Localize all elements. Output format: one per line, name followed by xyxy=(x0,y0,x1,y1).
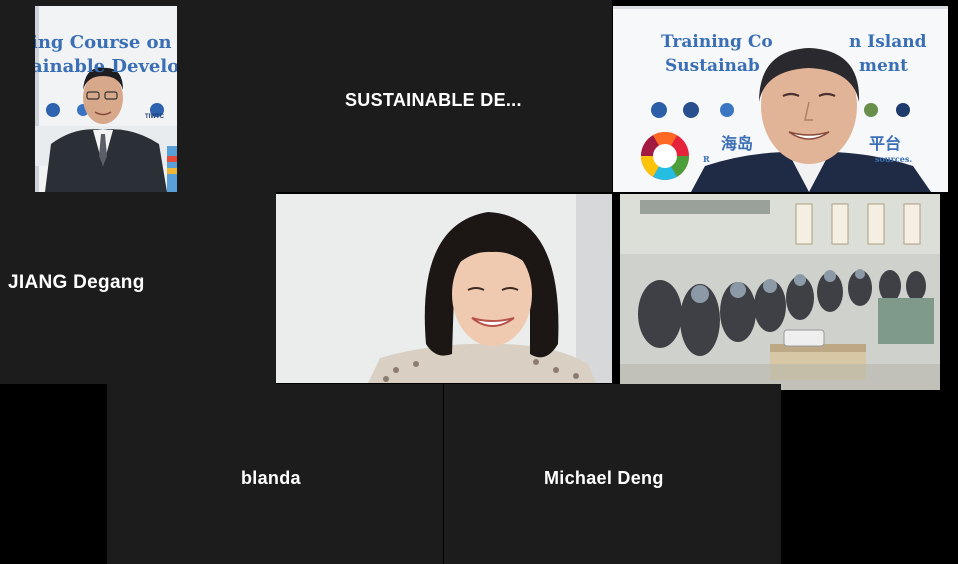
participant-name: blanda xyxy=(241,468,301,488)
woman-video-frame xyxy=(276,194,612,383)
banner-chinese-left: 海岛 xyxy=(721,134,754,153)
participant-name: JIANG Degang xyxy=(8,272,145,293)
video-presenter-right[interactable]: Training Co n Island Sustainab ment 海岛 平… xyxy=(613,6,948,192)
tiwtc-logo-label: TIWTC xyxy=(145,114,164,120)
participant-name: SUSTAINABLE DE... xyxy=(345,90,522,110)
banner-title-right-line1b: n Island xyxy=(849,32,927,52)
participant-name: Michael Deng xyxy=(544,468,664,488)
banner-small-right: sources. xyxy=(875,154,913,164)
video-participant-woman[interactable] xyxy=(276,194,612,383)
banner-small-left: R xyxy=(703,154,710,164)
banner-title-right-line1a: Training Co xyxy=(661,32,773,52)
banner-title-left-line1: ing Course on I xyxy=(35,32,177,53)
banner-chinese-right: 平台 xyxy=(869,134,902,153)
participant-tile-michael-deng[interactable]: Michael Deng xyxy=(444,384,781,564)
classroom-video-frame xyxy=(620,194,940,390)
banner-title-right-line2b: ment xyxy=(859,56,909,76)
banner-title-right-line2a: Sustainab xyxy=(665,56,760,76)
video-presenter-left[interactable]: ing Course on I ainable Develop TIWTC xyxy=(35,6,177,192)
participant-tile-blanda[interactable]: blanda xyxy=(107,384,443,564)
banner-title-left-line2: ainable Develop xyxy=(35,56,177,77)
participant-tile-sustainable-de[interactable]: SUSTAINABLE DE... xyxy=(276,0,612,192)
video-classroom[interactable] xyxy=(620,194,940,390)
